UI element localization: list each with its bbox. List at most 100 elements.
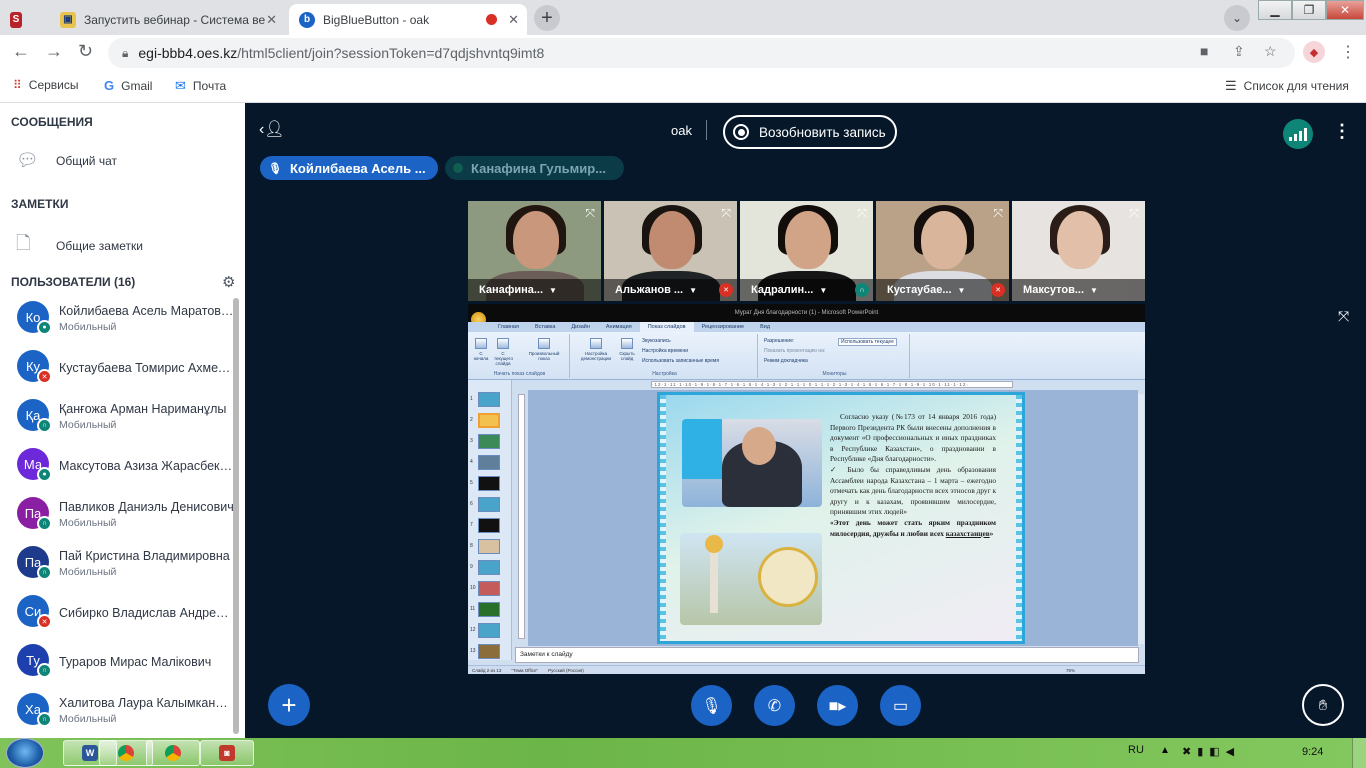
bookmark-mail[interactable]: ✉ Почта: [175, 78, 226, 94]
record-label: Возобновить запись: [759, 124, 886, 140]
chevron-down-icon[interactable]: ⌄: [1224, 5, 1250, 31]
public-chat-item[interactable]: 💬︎ Общий чат: [16, 150, 117, 171]
taskbar-chrome-2[interactable]: [146, 740, 200, 766]
webcam-label[interactable]: Кадралин... ▼: [740, 279, 873, 301]
webcam-tile[interactable]: ⤧ Канафина... ▼: [468, 201, 601, 301]
chevron-down-icon: ▼: [819, 285, 828, 295]
taskbar-chrome[interactable]: [99, 740, 153, 766]
user-list-item[interactable]: Си ✕ Сибирко Владислав Андреевич: [0, 590, 236, 639]
toggle-userlist-icon[interactable]: ‹👤︎: [259, 119, 285, 139]
user-name: Максутова Азиза Жарасбековна: [59, 459, 234, 473]
bookmark-gmail-label: Gmail: [121, 78, 153, 93]
ribbon-tab: Вставка: [534, 324, 556, 330]
phone-button[interactable]: ✆: [754, 685, 795, 726]
fullscreen-icon[interactable]: ⤧: [1338, 308, 1349, 325]
tab-courses[interactable]: S: [10, 4, 30, 35]
webcam-label[interactable]: Кустаубае... ▼: [876, 279, 1009, 301]
close-icon[interactable]: ✕: [508, 12, 519, 28]
browser-menu-icon[interactable]: ⋮: [1340, 42, 1356, 62]
slide-text: Согласно указу (№173 от 14 января 2016 г…: [830, 412, 996, 539]
user-list-item[interactable]: Ха ∩ Халитова Лаура Калымкановна Мобильный: [0, 688, 236, 737]
reload-icon[interactable]: ↻: [78, 41, 93, 62]
thumbnail-number: 13: [470, 648, 476, 654]
forward-arrow-icon[interactable]: →: [45, 41, 63, 62]
headphones-icon: ∩: [37, 712, 52, 727]
fullscreen-icon[interactable]: ⤧: [993, 206, 1003, 221]
hide-slide-button: Скрыть слайд: [618, 338, 636, 361]
camera-icon[interactable]: ■: [1200, 43, 1208, 59]
browser-toolbar: ← → ↻ 🔒︎ egi-bbb4.oes.kz/html5client/joi…: [0, 35, 1366, 70]
ribbon-option: Показать презентацию на:: [764, 348, 826, 354]
share-icon[interactable]: ⇪: [1233, 43, 1245, 60]
actions-plus-button[interactable]: +: [268, 684, 310, 726]
chevron-down-icon: ▼: [957, 285, 966, 295]
user-list-item[interactable]: Па ∩ Пай Кристина Владимировна Мобильный: [0, 541, 236, 590]
presentation-area[interactable]: Мурат Дня благодарности (1) - Microsoft …: [468, 304, 1145, 674]
webcam-tile[interactable]: ⤧ Кадралин... ▼ ∩: [740, 201, 873, 301]
setup-show-button: Настройка демонстрации: [576, 338, 616, 361]
webcam-label[interactable]: Канафина... ▼: [468, 279, 601, 301]
tab-bigbluebutton[interactable]: b BigBlueButton - oak ✕: [289, 4, 527, 35]
profile-avatar[interactable]: ◆: [1303, 41, 1325, 63]
minimize-button[interactable]: ▁: [1258, 0, 1292, 20]
raise-hand-button[interactable]: ✋︎: [1302, 684, 1344, 726]
user-name: Кустаубаева Томирис Ахметовна: [59, 361, 234, 375]
tower-image: [710, 543, 718, 613]
tab-webinar[interactable]: ▣ Запустить вебинар - Система ве ✕: [50, 4, 285, 35]
headphones-icon: ∩: [37, 418, 52, 433]
current-slide: Согласно указу (№173 от 14 января 2016 г…: [657, 392, 1025, 644]
restore-button[interactable]: ❐: [1292, 0, 1326, 20]
webcam-tile[interactable]: ⤧ Альжанов ... ▼ ✕: [604, 201, 737, 301]
webcam-name: Канафина...: [479, 284, 544, 296]
talker-name: Канафина Гульмир...: [471, 160, 607, 176]
talking-indicator[interactable]: 🎙︎ Койлибаева Асель ...: [260, 156, 438, 180]
muted-microphone-icon: ✕: [991, 283, 1005, 297]
options-menu-icon[interactable]: ⋮: [1333, 121, 1351, 142]
fullscreen-icon[interactable]: ⤧: [721, 206, 731, 221]
webcam-label[interactable]: Альжанов ... ▼: [604, 279, 737, 301]
language-indicator[interactable]: RU: [1128, 744, 1144, 756]
user-list-item[interactable]: Ма ● Максутова Азиза Жарасбековна: [0, 443, 236, 492]
user-list-item[interactable]: Ту ∩ Тураров Мирас Малікович: [0, 639, 236, 688]
webcam-label[interactable]: Максутов... ▼: [1012, 279, 1145, 301]
webcam-tile[interactable]: ⤧ Максутов... ▼: [1012, 201, 1145, 301]
screen-share-button[interactable]: ▭: [880, 685, 921, 726]
resume-recording-button[interactable]: Возобновить запись: [723, 115, 897, 149]
close-icon[interactable]: ✕: [266, 12, 277, 28]
talker-name: Койлибаева Асель ...: [289, 160, 426, 176]
hand-icon: ✋︎: [1318, 696, 1328, 714]
user-list-item[interactable]: Ко ● Койлибаева Асель Маратовна Мобильный: [0, 296, 236, 345]
user-name: Павликов Даниэль Денисович: [59, 500, 234, 514]
connection-status-icon[interactable]: [1283, 119, 1313, 149]
ribbon-group-label: Начать показ слайдов: [493, 371, 546, 377]
fullscreen-icon[interactable]: ⤧: [857, 206, 867, 221]
fullscreen-icon[interactable]: ⤧: [585, 206, 595, 221]
microphone-button[interactable]: 🎙︎: [691, 685, 732, 726]
slide-scrollbar: [1138, 394, 1144, 644]
camera-button[interactable]: ■▸: [817, 685, 858, 726]
shared-notes-item[interactable]: 🗋︎ Общие заметки: [16, 231, 143, 261]
thumbnail-number: 9: [470, 564, 473, 570]
address-bar[interactable]: 🔒︎ egi-bbb4.oes.kz/html5client/join?sess…: [108, 38, 1295, 68]
show-desktop-button[interactable]: [1352, 738, 1366, 768]
tray-arrow-icon[interactable]: ▲: [1160, 745, 1170, 756]
window-close-button[interactable]: ✕: [1326, 0, 1364, 20]
ribbon: С начала С текущего слайда Произвольный …: [468, 332, 1145, 380]
taskbar-app[interactable]: ◙: [200, 740, 254, 766]
back-arrow-icon[interactable]: ←: [12, 41, 30, 62]
bookmark-services[interactable]: ⠿ Сервисы: [13, 78, 79, 92]
bookmark-gmail[interactable]: G Gmail: [104, 78, 152, 93]
talking-indicator[interactable]: Канафина Гульмир...: [445, 156, 624, 180]
bookmark-star-icon[interactable]: ☆: [1264, 43, 1277, 60]
user-list-item[interactable]: Ку ✕ Кустаубаева Томирис Ахметовна: [0, 345, 236, 394]
user-list-item[interactable]: Па ∩ Павликов Даниэль Денисович Мобильный: [0, 492, 236, 541]
start-button[interactable]: [6, 738, 44, 768]
gear-icon[interactable]: ⚙: [222, 273, 235, 291]
user-list-item[interactable]: Қа ∩ Қанғожа Арман Нариманұлы Мобильный: [0, 394, 236, 443]
clock[interactable]: 9:24: [1302, 746, 1323, 758]
reading-list[interactable]: ☰ Список для чтения: [1225, 78, 1349, 94]
fullscreen-icon[interactable]: ⤧: [1129, 206, 1139, 221]
system-tray-icons[interactable]: ✖▮◧◀: [1182, 745, 1240, 758]
webcam-tile[interactable]: ⤧ Кустаубае... ▼ ✕: [876, 201, 1009, 301]
new-tab-button[interactable]: +: [534, 5, 560, 31]
